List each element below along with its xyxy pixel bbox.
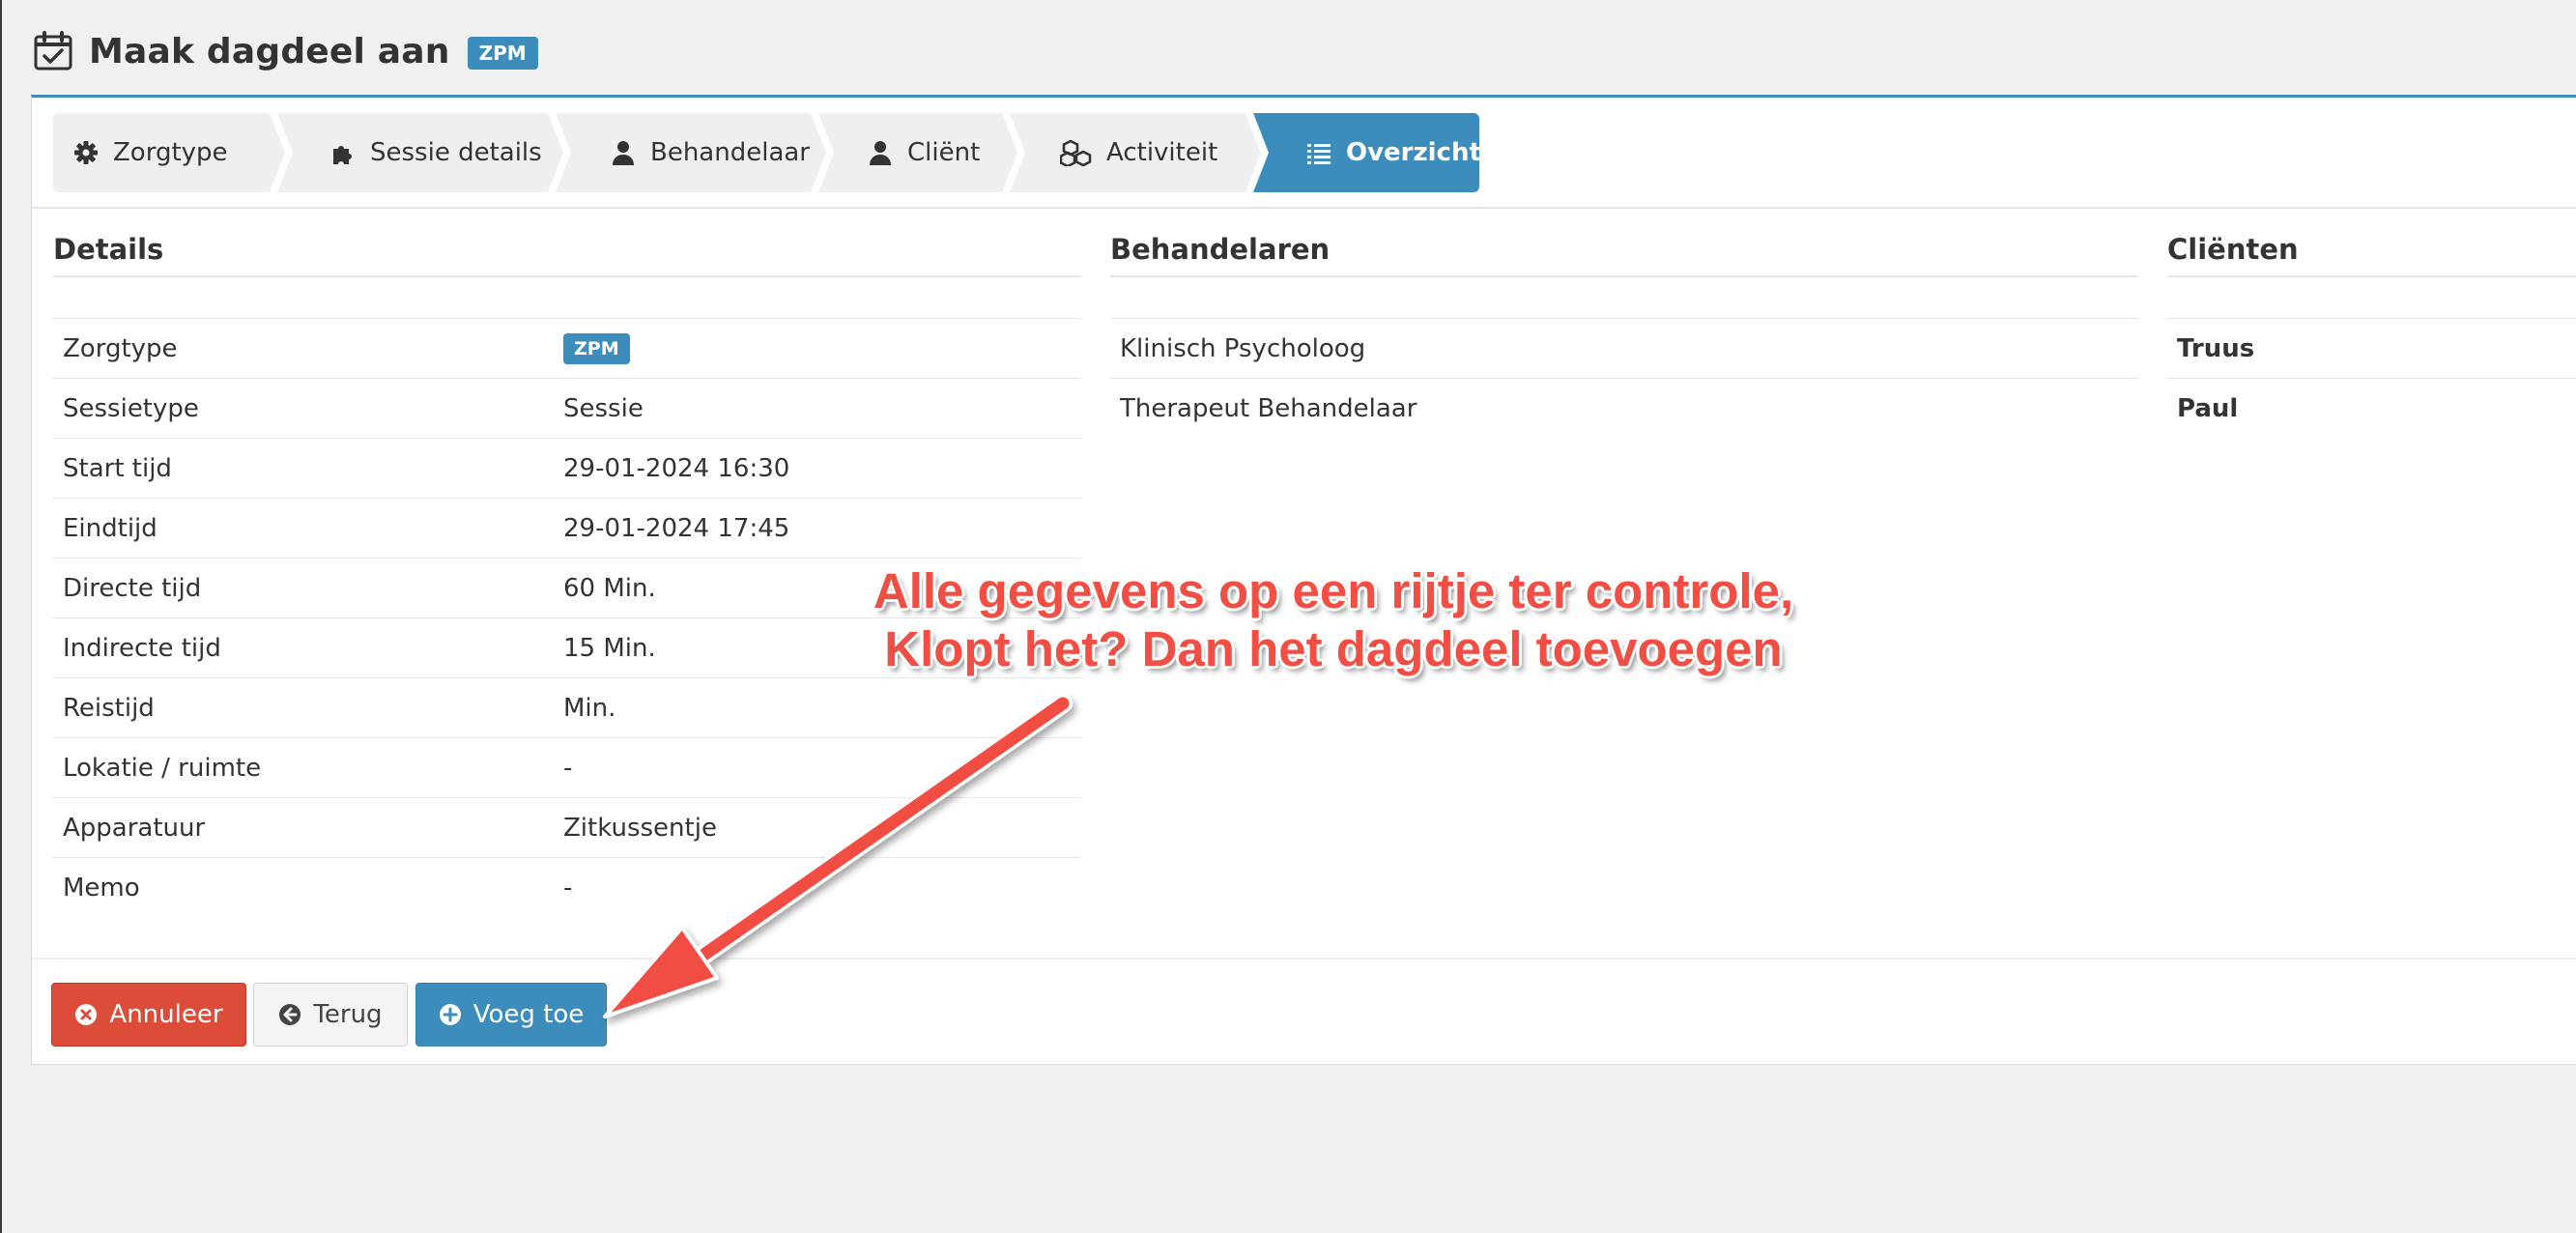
row-label: Indirecte tijd xyxy=(63,633,221,663)
row-label: Directe tijd xyxy=(63,573,202,603)
annotation-line: Alle gegevens op een rijtje ter controle… xyxy=(873,563,1794,618)
row-label: Apparatuur xyxy=(63,813,206,843)
row-label: Sessietype xyxy=(63,393,199,423)
step-label: Zorgtype xyxy=(113,138,228,167)
cubes-icon xyxy=(1060,139,1093,166)
window-left-edge xyxy=(0,0,2,1233)
row-value: Zitkussentje xyxy=(563,813,717,843)
times-circle-icon xyxy=(75,1004,98,1025)
table-row: Memo - xyxy=(53,858,1081,917)
step-activiteit[interactable]: Activiteit xyxy=(1010,113,1261,192)
steps-divider xyxy=(32,207,2576,209)
table-row: Lokatie / ruimte - xyxy=(53,738,1081,798)
behandelaren-list: Klinisch Psycholoog Therapeut Behandelaa… xyxy=(1110,318,2138,438)
user-icon xyxy=(610,139,637,166)
table-row: Zorgtype ZPM xyxy=(53,319,1081,379)
row-value: 60 Min. xyxy=(563,573,656,603)
annotation-line: Klopt het? Dan het dagdeel toevoegen xyxy=(884,621,1783,676)
zorgtype-badge: ZPM xyxy=(563,333,630,364)
row-label: Memo xyxy=(63,873,140,903)
add-button[interactable]: Voeg toe xyxy=(415,983,607,1047)
list-icon xyxy=(1307,144,1331,164)
annotation-text: Alle gegevens op een rijtje ter controle… xyxy=(734,562,1932,678)
back-label: Terug xyxy=(313,1000,383,1029)
details-title: Details xyxy=(53,233,1081,277)
page-title: Maak dagdeel aan xyxy=(89,31,450,72)
table-row: Apparatuur Zitkussentje xyxy=(53,798,1081,858)
clienten-section: Cliënten Truus Paul xyxy=(2167,233,2576,438)
table-row: Reistijd Min. xyxy=(53,678,1081,738)
cancel-label: Annuleer xyxy=(109,1000,223,1029)
step-label: Overzicht xyxy=(1346,138,1481,167)
add-label: Voeg toe xyxy=(472,1000,585,1029)
row-value: Min. xyxy=(563,693,616,723)
row-value: ZPM xyxy=(563,332,630,364)
clienten-list: Truus Paul xyxy=(2167,318,2576,438)
step-client[interactable]: Cliënt xyxy=(818,113,1017,192)
list-item: Paul xyxy=(2177,393,2239,423)
plus-circle-icon xyxy=(439,1004,461,1025)
table-row: Sessietype Sessie xyxy=(53,379,1081,439)
table-row: Start tijd 29-01-2024 16:30 xyxy=(53,439,1081,499)
step-label: Behandelaar xyxy=(650,138,811,167)
row-label: Eindtijd xyxy=(63,513,157,543)
row-value: 15 Min. xyxy=(563,633,656,663)
row-value: - xyxy=(563,753,573,783)
row-value: - xyxy=(563,873,573,903)
row-value: 29-01-2024 16:30 xyxy=(563,453,790,483)
list-item: Therapeut Behandelaar xyxy=(1120,393,1417,423)
step-zorgtype[interactable]: Zorgtype xyxy=(53,113,285,192)
step-label: Activiteit xyxy=(1106,138,1218,167)
puzzle-icon xyxy=(329,139,357,166)
footer-divider xyxy=(32,958,2576,960)
step-label: Sessie details xyxy=(370,138,542,167)
list-item: Truus xyxy=(2167,319,2576,379)
zorgtype-badge: ZPM xyxy=(467,37,538,70)
back-button[interactable]: Terug xyxy=(253,983,408,1047)
clienten-title: Cliënten xyxy=(2167,233,2576,277)
cancel-button[interactable]: Annuleer xyxy=(51,983,246,1047)
step-sessie-details[interactable]: Sessie details xyxy=(277,113,563,192)
table-row: Eindtijd 29-01-2024 17:45 xyxy=(53,499,1081,559)
row-label: Lokatie / ruimte xyxy=(63,753,262,783)
arrow-circle-left-icon xyxy=(279,1004,301,1025)
user-icon xyxy=(867,139,894,166)
row-label: Zorgtype xyxy=(63,333,178,363)
row-value: Sessie xyxy=(563,393,644,423)
behandelaren-title: Behandelaren xyxy=(1110,233,2138,277)
list-item: Klinisch Psycholoog xyxy=(1110,319,2138,379)
step-overzicht[interactable]: Overzicht xyxy=(1253,113,1479,192)
row-label: Start tijd xyxy=(63,453,172,483)
behandelaren-section: Behandelaren Klinisch Psycholoog Therape… xyxy=(1110,233,2138,438)
row-value: 29-01-2024 17:45 xyxy=(563,513,790,543)
step-label: Cliënt xyxy=(907,138,981,167)
page-header: Maak dagdeel aan ZPM xyxy=(33,25,538,77)
step-behandelaar[interactable]: Behandelaar xyxy=(556,113,826,192)
gear-icon xyxy=(72,139,100,166)
row-label: Reistijd xyxy=(63,693,155,723)
calendar-check-icon xyxy=(34,31,72,71)
